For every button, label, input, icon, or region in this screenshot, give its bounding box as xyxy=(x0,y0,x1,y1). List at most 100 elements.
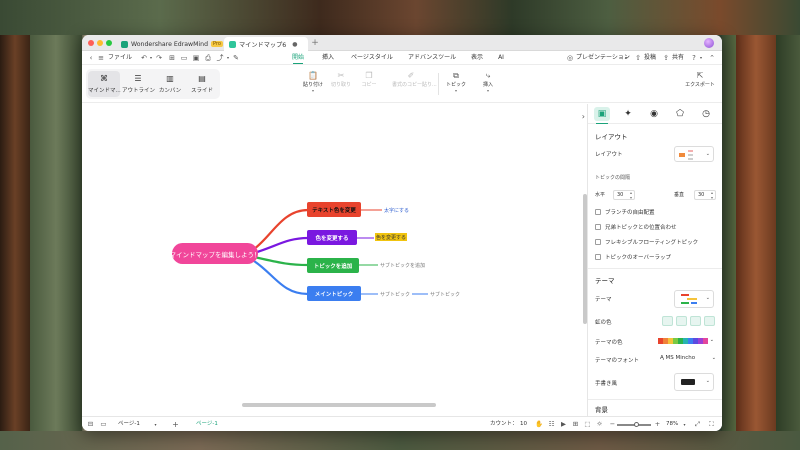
publish-icon[interactable]: ⇧ xyxy=(634,54,642,62)
redo-icon[interactable]: ↷ xyxy=(155,54,163,62)
tab-advanced-tools[interactable]: アドバンスツール xyxy=(408,51,456,65)
history-tab-icon[interactable]: ◷ xyxy=(698,107,714,121)
checkbox[interactable] xyxy=(595,254,601,260)
theme-color-palette[interactable]: ⌄ xyxy=(658,337,714,344)
color-style-2-button[interactable] xyxy=(676,316,687,326)
presentation-icon[interactable]: ◎ xyxy=(566,54,574,62)
tab-page-style[interactable]: ページスタイル xyxy=(350,51,394,65)
checkbox[interactable] xyxy=(595,224,601,230)
format-copy-button[interactable]: ✐ 書式のコピー貼り... xyxy=(392,69,437,99)
view-mindmap-button[interactable]: ⌘ マインドマ... xyxy=(88,71,121,97)
paste-button[interactable]: 📋 貼り付け ▾ xyxy=(298,69,328,99)
hamburger-menu-icon[interactable]: ≡ xyxy=(97,54,105,62)
main-topic-add-topic[interactable]: トピックを追加 xyxy=(307,258,359,273)
horizontal-spacing-input[interactable]: 30 ▴ ▾ xyxy=(613,190,635,200)
stepper-icon[interactable]: ▴ ▾ xyxy=(711,190,713,200)
open-file-icon[interactable]: ▭ xyxy=(180,54,188,62)
checkbox[interactable] xyxy=(595,239,601,245)
zoom-dropdown-icon[interactable]: ▾ xyxy=(681,421,688,428)
vertical-spacing-input[interactable]: 30 ▴ ▾ xyxy=(694,190,716,200)
checkbox-align-siblings[interactable]: 兄弟トピックとの位置合わせ xyxy=(595,223,676,231)
page-dropdown-icon[interactable]: ▾ xyxy=(152,421,159,428)
main-topic-change-color[interactable]: 色を変更する xyxy=(307,230,357,245)
zoom-level[interactable]: 78% xyxy=(666,417,678,431)
zoom-in-icon[interactable]: + xyxy=(654,421,661,428)
outline-icon[interactable]: ☷ xyxy=(548,421,555,428)
view-outline-button[interactable]: ☰ アウトライン xyxy=(122,71,155,97)
stepper-icon[interactable]: ▴ ▾ xyxy=(630,190,632,200)
theme-select[interactable]: ⌄ xyxy=(674,290,714,308)
main-topic-main[interactable]: メイントピック xyxy=(307,286,361,301)
checkbox[interactable] xyxy=(595,209,601,215)
central-topic[interactable]: マインドマップを編集しよう！ xyxy=(170,243,261,264)
collapse-ribbon-icon[interactable]: ⌃ xyxy=(708,54,716,62)
mindmap-canvas[interactable]: マインドマップを編集しよう！ テキスト色を変更 太字にする 色を変更する 色を変… xyxy=(82,104,587,416)
insert-button[interactable]: ⤷ 挿入 ▾ xyxy=(473,69,503,99)
back-icon[interactable]: ‹ xyxy=(87,54,95,62)
color-style-3-button[interactable] xyxy=(690,316,701,326)
zoom-window-button[interactable] xyxy=(106,40,112,46)
save-icon[interactable]: ▣ xyxy=(192,54,200,62)
print-icon[interactable]: ⎙ xyxy=(204,54,212,62)
view-slide-button[interactable]: ▤ スライド xyxy=(186,71,218,97)
paste-dropdown-icon[interactable]: ▾ xyxy=(298,88,328,93)
zoom-out-icon[interactable]: − xyxy=(609,421,616,428)
play-icon[interactable]: ▶ xyxy=(560,421,567,428)
ai-sparkle-tab-icon[interactable]: ✦ xyxy=(620,107,636,121)
active-page-tab[interactable]: ページ-1 xyxy=(196,417,218,431)
sub-topic-change-color[interactable]: 色を変更する xyxy=(375,233,408,241)
help-dropdown-icon[interactable]: ▾ xyxy=(697,54,705,62)
tab-edrawmind-home[interactable]: Wondershare EdrawMind Pro xyxy=(116,37,228,51)
sub-topic-bold[interactable]: 太字にする xyxy=(384,206,409,214)
panel-collapse-icon[interactable]: › xyxy=(582,112,585,121)
checkbox-flexible-floating[interactable]: フレキシブルフローティングトピック xyxy=(595,238,698,246)
layout-panel-tab-icon[interactable]: ▣ xyxy=(594,107,610,124)
copy-button[interactable]: ❐ コピー xyxy=(354,69,384,99)
close-window-button[interactable] xyxy=(88,40,94,46)
export-button[interactable]: ⇱ エクスポート xyxy=(682,69,718,99)
zoom-slider-handle[interactable] xyxy=(634,422,640,427)
color-style-1-button[interactable] xyxy=(662,316,673,326)
sub-topic-add-subtopic[interactable]: サブトピックを追加 xyxy=(380,261,425,269)
topic-dropdown-icon[interactable]: ▾ xyxy=(441,88,471,93)
hand-tool-icon[interactable]: ✋ xyxy=(535,421,543,428)
minimize-window-button[interactable] xyxy=(97,40,103,46)
presentation-mode-icon[interactable]: ▭ xyxy=(100,421,107,428)
share-button[interactable]: 共有 xyxy=(672,51,684,65)
tab-insert[interactable]: 挿入 xyxy=(320,51,336,65)
tab-ai[interactable]: AI xyxy=(496,51,506,65)
view-kanban-button[interactable]: ▥ カンバン xyxy=(154,71,186,97)
grid-icon[interactable]: ⊞ xyxy=(572,421,579,428)
tab-mindmap-document[interactable]: マインドマップ6 ● xyxy=(224,37,308,51)
color-style-4-button[interactable] xyxy=(704,316,715,326)
hand-drawn-select[interactable]: ⌄ xyxy=(674,373,714,391)
fullscreen-icon[interactable]: ⛶ xyxy=(708,421,715,428)
sub-topic-2[interactable]: サブトピック xyxy=(430,290,460,298)
fit-page-icon[interactable]: ⬚ xyxy=(584,421,591,428)
new-file-icon[interactable]: ⊞ xyxy=(168,54,176,62)
tab-start[interactable]: 開始 xyxy=(290,51,306,65)
undo-dropdown-icon[interactable]: ▾ xyxy=(147,54,155,62)
topic-button[interactable]: ⧉ トピック ▾ xyxy=(441,69,471,99)
horizontal-scrollbar[interactable] xyxy=(242,403,436,407)
avatar[interactable] xyxy=(704,38,714,48)
publish-button[interactable]: 投稿 xyxy=(644,51,656,65)
cut-button[interactable]: ✂ 切り取り xyxy=(326,69,356,99)
tab-close-icon[interactable]: ● xyxy=(292,41,297,48)
theme-font-select[interactable]: Ą MS Mincho ⌄ xyxy=(660,353,716,364)
sub-topic-1[interactable]: サブトピック xyxy=(380,290,410,298)
fit-screen-icon[interactable]: ⤢ xyxy=(694,421,701,428)
sidebar-toggle-icon[interactable]: ⊟ xyxy=(87,421,94,428)
clipart-tab-icon[interactable]: ⬠ xyxy=(672,107,688,121)
format-painter-icon[interactable]: ✎ xyxy=(232,54,240,62)
more-dropdown-icon[interactable]: ▾ xyxy=(224,54,232,62)
marker-tab-icon[interactable]: ◉ xyxy=(646,107,662,121)
sun-icon[interactable]: ☼ xyxy=(596,421,603,428)
checkbox-free-branch[interactable]: ブランチの自由配置 xyxy=(595,208,655,216)
zoom-slider[interactable] xyxy=(617,422,651,427)
tab-view[interactable]: 表示 xyxy=(470,51,484,65)
file-menu[interactable]: ファイル xyxy=(108,51,132,65)
presentation-dropdown-icon[interactable]: ▾ xyxy=(622,54,630,62)
checkbox-topic-overlap[interactable]: トピックのオーバーラップ xyxy=(595,253,671,261)
share-icon[interactable]: ⇪ xyxy=(662,54,670,62)
